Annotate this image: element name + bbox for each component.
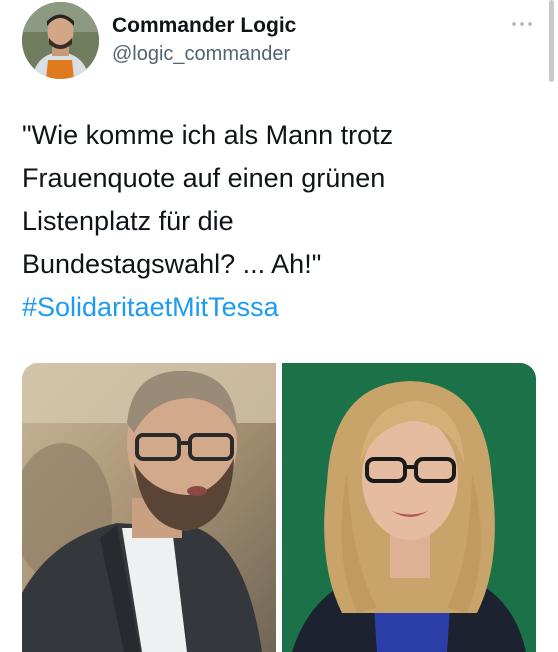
author-name[interactable]: Commander Logic <box>112 14 296 38</box>
photo-man-portrait <box>22 363 276 652</box>
more-horizontal-icon-dot <box>520 22 524 26</box>
author-avatar[interactable] <box>22 2 99 79</box>
author-handle[interactable]: @logic_commander <box>112 43 290 66</box>
tweet-text-line: "Wie komme ich als Mann trotz <box>22 120 394 150</box>
photo-woman-portrait <box>282 363 536 652</box>
more-horizontal-icon-dot <box>528 22 532 26</box>
tweet-photo-left[interactable] <box>22 363 276 652</box>
hashtag-link[interactable]: #SolidaritaetMitTessa <box>22 292 279 323</box>
tweet-text-line: Bundestagswahl? ... Ah!" <box>22 249 322 279</box>
avatar-image <box>22 2 99 79</box>
tweet-text: "Wie komme ich als Mann trotz Frauenquot… <box>22 114 532 286</box>
tweet-text-line: Frauenquote auf einen grünen <box>22 163 386 193</box>
tweet-photo-right[interactable] <box>282 363 536 652</box>
more-horizontal-icon <box>512 22 516 26</box>
more-options-button[interactable] <box>505 12 539 36</box>
tweet-text-line: Listenplatz für die <box>22 206 234 236</box>
scrollbar-thumb[interactable] <box>549 0 554 82</box>
tweet: Commander Logic @logic_commander "Wie ko… <box>0 0 558 652</box>
